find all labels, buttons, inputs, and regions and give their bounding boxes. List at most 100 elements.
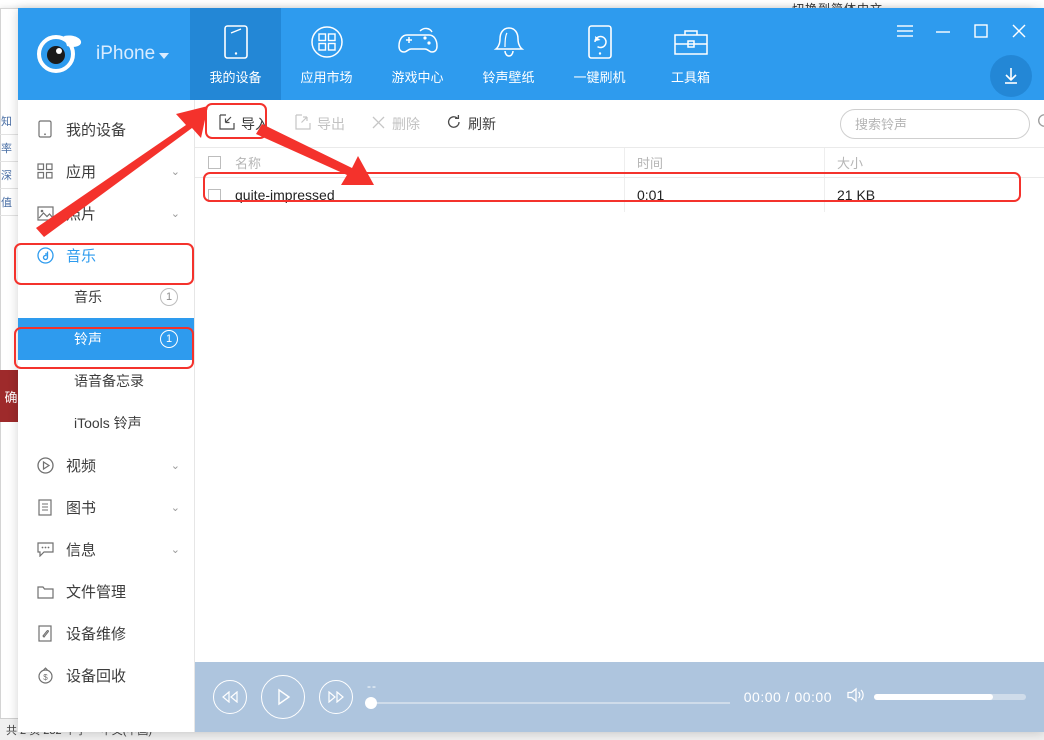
volume-icon[interactable] [846,686,866,709]
tab-toolbox[interactable]: 工具箱 [645,8,736,100]
itools-eye-logo [34,32,86,76]
tab-app-store[interactable]: 应用市场 [281,8,372,100]
chevron-down-icon: ⌄ [170,459,180,472]
fast-forward-icon[interactable] [319,680,353,714]
sidebar-subitem-ringtones[interactable]: 铃声 1 [18,318,194,360]
sidebar-item-my-device[interactable]: 我的设备 [18,108,194,150]
column-header-name[interactable]: 名称 [233,153,624,172]
sidebar-badge-count: 1 [160,330,178,348]
sidebar-item-apps[interactable]: 应用 ⌄ [18,150,194,192]
search-icon[interactable] [1037,113,1044,136]
close-x-icon [371,115,386,133]
book-icon [36,498,54,516]
column-header-time[interactable]: 时间 [624,148,824,177]
sidebar-badge-count [160,372,178,390]
sidebar-item-label: 设备回收 [66,667,127,685]
delete-label: 删除 [392,115,420,132]
row-checkbox[interactable] [207,188,221,202]
music-note-icon [36,246,54,264]
itools-window: iPhone 我的设备 应用市场 游戏中心 铃声壁纸 一键刷机 工具箱 我的设备… [18,8,1044,732]
apps-grid-icon [36,163,54,179]
chevron-down-icon: ⌄ [170,165,180,178]
device-icon [222,23,250,61]
search-box[interactable] [840,109,1044,139]
sidebar-subitem-music[interactable]: 音乐 1 [18,276,194,318]
sidebar-item-video[interactable]: 视频 ⌄ [18,444,194,486]
tab-label: 一键刷机 [573,69,626,85]
import-icon [219,114,235,133]
track-title: -- [367,679,377,693]
cell-time: 0:01 [624,178,824,212]
tab-ringtones-wallpapers[interactable]: 铃声壁纸 [463,8,554,100]
sidebar-subitem-itools-ringtones[interactable]: iTools 铃声 [18,402,194,444]
volume-fill [874,694,993,700]
sidebar-item-messages[interactable]: 信息 ⌄ [18,528,194,570]
tab-label: 应用市场 [300,69,353,85]
sidebar-item-label: 视频 [66,457,97,475]
sidebar-item-music[interactable]: 音乐 [18,234,194,276]
sidebar-item-label: 应用 [66,163,97,181]
content-toolbar: 导入 导出 删除 刷新 搜索铃声 [195,100,1044,148]
export-button[interactable]: 导出 [285,109,355,139]
tab-flash-device[interactable]: 一键刷机 [554,8,645,100]
sidebar-item-label: 设备维修 [66,625,127,643]
tab-label: 我的设备 [209,69,262,85]
screen: 切换到简体中文 知 率 深 值 确 共 2 页 232 个字 中文(中国) [0,0,1044,740]
import-label: 导入 [241,115,269,132]
minimize-icon[interactable] [926,18,960,44]
message-icon [36,541,54,557]
select-all-checkbox-cell[interactable] [195,156,233,169]
import-button[interactable]: 导入 [209,109,279,139]
select-all-checkbox[interactable] [207,156,221,169]
refresh-button[interactable]: 刷新 [436,109,506,139]
close-icon[interactable] [1002,18,1036,44]
sidebar-item-file-manager[interactable]: 文件管理 [18,570,194,612]
sidebar-badge-count: 1 [160,288,178,306]
sidebar-item-device-recycle[interactable]: $ 设备回收 [18,654,194,696]
device-selector[interactable]: iPhone [96,43,170,65]
sidebar-subitem-label: 音乐 [74,289,102,305]
export-label: 导出 [317,115,345,132]
delete-button[interactable]: 删除 [361,109,430,139]
tab-label: 工具箱 [670,69,710,85]
repair-icon [36,624,54,642]
tab-my-device[interactable]: 我的设备 [190,8,281,100]
sidebar-item-books[interactable]: 图书 ⌄ [18,486,194,528]
media-player-bar: -- 00:00 / 00:00 [195,662,1044,732]
cell-name: quite-impressed [235,187,335,203]
row-checkbox-cell[interactable] [195,188,233,202]
sidebar-item-label: 文件管理 [66,583,127,601]
search-input[interactable] [855,116,1031,132]
table-header: 名称 时间 大小 [195,148,1044,178]
download-icon[interactable] [990,55,1032,97]
recycle-money-icon: $ [36,666,54,684]
bell-icon [492,23,526,61]
tab-label: 铃声壁纸 [482,69,535,85]
chevron-down-icon: ⌄ [170,543,180,556]
rewind-icon[interactable] [213,680,247,714]
sidebar-item-device-repair[interactable]: 设备维修 [18,612,194,654]
video-play-icon [36,456,54,474]
play-icon[interactable] [261,675,305,719]
tab-label: 游戏中心 [391,69,444,85]
column-header-size[interactable]: 大小 [824,148,1044,177]
maximize-icon[interactable] [964,18,998,44]
sidebar-subitem-voice-memos[interactable]: 语音备忘录 [18,360,194,402]
cell-size: 21 KB [824,178,1044,212]
menu-icon[interactable] [888,18,922,44]
seek-handle[interactable] [365,697,377,709]
seek-track[interactable] [365,697,730,709]
sidebar-badge-count [160,414,178,432]
volume-track[interactable] [874,694,1026,700]
main-nav-tabs: 我的设备 应用市场 游戏中心 铃声壁纸 一键刷机 工具箱 [190,8,736,100]
sidebar-item-photos[interactable]: 照片 ⌄ [18,192,194,234]
brand-area[interactable]: iPhone [18,8,190,100]
table-row[interactable]: quite-impressed 0:01 21 KB [195,178,1044,212]
tab-game-center[interactable]: 游戏中心 [372,8,463,100]
export-icon [295,114,311,133]
volume-area[interactable] [846,686,1026,709]
seek-area[interactable]: -- [365,677,730,717]
sidebar-subitem-label: 铃声 [74,331,102,347]
sidebar-item-label: 信息 [66,541,97,559]
photo-icon [36,205,54,221]
